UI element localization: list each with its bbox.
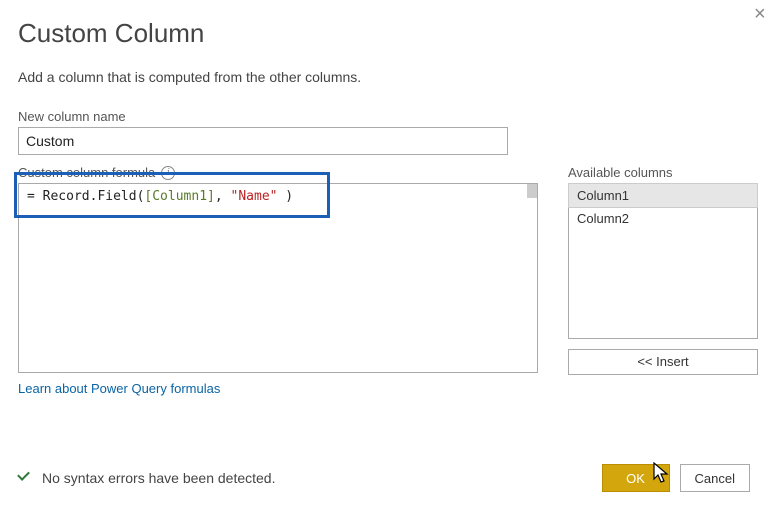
close-icon[interactable]: ×: [754, 4, 768, 24]
info-icon[interactable]: i: [161, 166, 175, 180]
check-icon: [18, 470, 34, 486]
new-column-name-input[interactable]: [18, 127, 508, 155]
custom-column-dialog: × Custom Column Add a column that is com…: [0, 0, 768, 506]
formula-function: Record.Field: [43, 189, 137, 204]
status-bar: No syntax errors have been detected.: [18, 470, 275, 486]
available-column-item[interactable]: Column2: [569, 207, 757, 230]
formula-string-literal: "Name": [231, 189, 278, 204]
formula-prefix: =: [27, 189, 43, 204]
scrollbar-thumb[interactable]: [527, 184, 537, 198]
formula-editor[interactable]: = Record.Field([Column1], "Name" ): [18, 183, 538, 373]
dialog-subtitle: Add a column that is computed from the o…: [18, 69, 750, 85]
ok-button[interactable]: OK: [602, 464, 670, 492]
formula-label: Custom column formula: [18, 165, 155, 180]
dialog-title: Custom Column: [18, 18, 750, 49]
available-columns-list[interactable]: Column1 Column2: [568, 183, 758, 339]
cancel-button[interactable]: Cancel: [680, 464, 750, 492]
available-columns-label: Available columns: [568, 165, 758, 180]
formula-column-ref: [Column1]: [144, 189, 214, 204]
insert-button[interactable]: << Insert: [568, 349, 758, 375]
status-text: No syntax errors have been detected.: [42, 470, 275, 486]
available-column-item[interactable]: Column1: [569, 184, 757, 207]
learn-link[interactable]: Learn about Power Query formulas: [18, 381, 538, 396]
new-column-name-label: New column name: [18, 109, 750, 124]
